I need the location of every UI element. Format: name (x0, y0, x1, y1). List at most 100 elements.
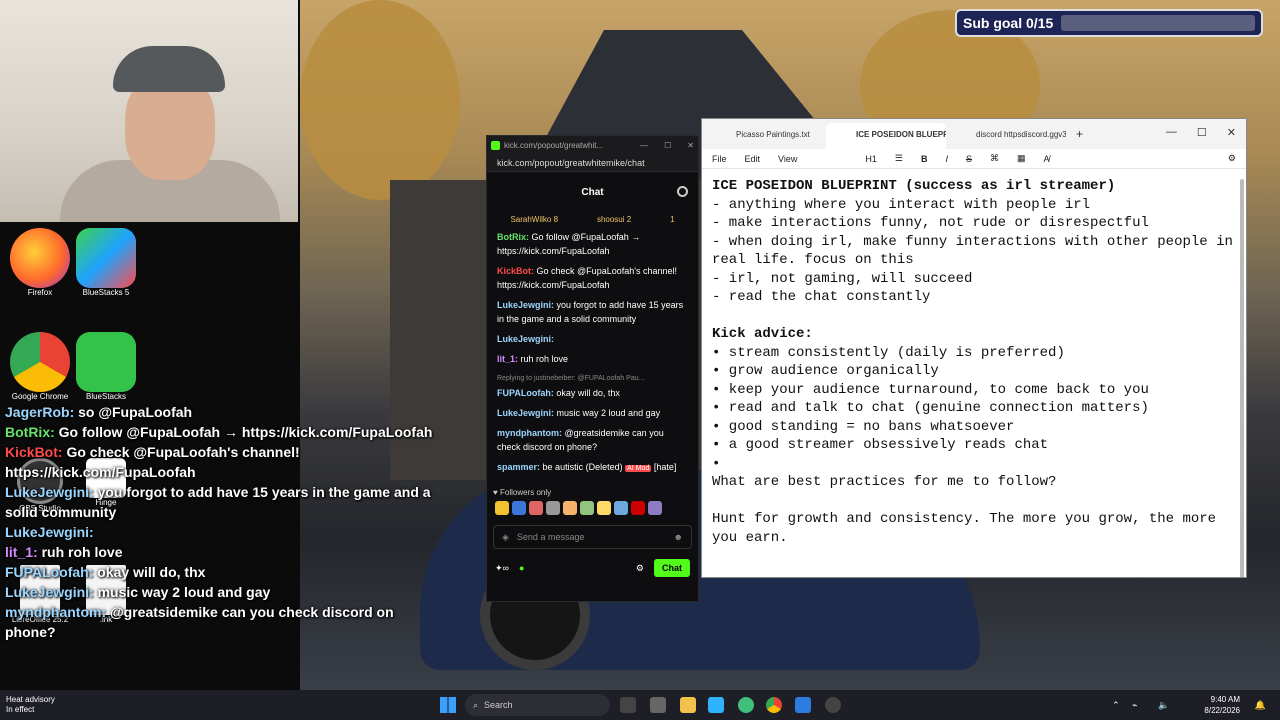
notepad-text-line: What are best practices for me to follow… (712, 474, 1057, 490)
app-taskbar-icon[interactable] (795, 697, 811, 713)
overlay-chat-username: FUPALoofah: (5, 564, 94, 580)
followers-only-notice: ♥ Followers only (493, 488, 552, 497)
notification-bell-icon[interactable]: 🔔 (1255, 700, 1266, 711)
emote-icon[interactable] (546, 501, 560, 515)
menu-file[interactable]: File (712, 154, 727, 164)
clear-format-icon[interactable]: A̸ (1044, 154, 1050, 164)
clock-date: 8/22/2026 (1204, 706, 1240, 715)
leader-item: SarahWilko 8 (510, 214, 559, 224)
notepad-app-icon[interactable] (708, 697, 724, 713)
kick-address-bar[interactable]: kick.com/popout/greatwhitemike/chat (487, 154, 698, 172)
table-icon[interactable]: ▦ (1017, 153, 1026, 164)
notepad-text-line: Kick advice: (712, 326, 813, 342)
maximize-icon[interactable]: ☐ (1197, 126, 1207, 139)
overlay-chat-text: ruh roh love (41, 544, 123, 560)
points-icon[interactable]: ✦∞ (495, 563, 509, 574)
kick-chat-message: myndphantom: @greatsidemike can you chec… (497, 426, 688, 454)
windows-start-icon[interactable] (440, 697, 456, 713)
close-icon[interactable]: ✕ (1227, 126, 1236, 139)
emote-icon[interactable] (614, 501, 628, 515)
close-icon[interactable]: ✕ (687, 141, 694, 150)
emoji-icon[interactable]: ☻ (674, 532, 683, 542)
task-view-icon[interactable] (620, 697, 636, 713)
kick-logo-icon[interactable]: ● (519, 563, 524, 573)
overlay-chat-message: JagerRob: so @FupaLoofah (5, 402, 435, 422)
network-icon[interactable]: ⌁ (1132, 700, 1137, 711)
overlay-chat-message: lit_1: ruh roh love (5, 542, 435, 562)
emote-icon[interactable] (631, 501, 645, 515)
notepad-text-line: • a good streamer obsessively reads chat (712, 437, 1049, 453)
heading-dropdown[interactable]: H1 (865, 154, 877, 164)
emote-icon[interactable] (495, 501, 509, 515)
kick-chat-username[interactable]: myndphantom: (497, 428, 562, 438)
kick-chat-title: Chat (581, 186, 604, 198)
notepad-text-line: • (712, 455, 721, 472)
notepad-tab-active[interactable]: ICE POSEIDON BLUEPRINT (826, 123, 946, 149)
notepad-text-line (712, 307, 1236, 326)
emote-icon[interactable] (563, 501, 577, 515)
search-placeholder: Search (484, 700, 513, 710)
notepad-tab[interactable]: Picasso Paintings.txt (706, 123, 826, 149)
kick-tab-url: kick.com/popout/greatwhit... (504, 140, 604, 150)
emote-icon[interactable] (648, 501, 662, 515)
taskbar-clock[interactable]: 9:40 AM 8/22/2026 (1204, 694, 1240, 716)
icon-label: BlueStacks 5 (82, 288, 130, 297)
kick-chat-username[interactable]: KickBot: (497, 266, 534, 276)
list-icon[interactable]: ☰ (895, 153, 903, 164)
settings-icon[interactable]: ⚙ (636, 563, 644, 574)
kick-leaderboard: SarahWilko 8 shoosui 2 1 (487, 212, 698, 226)
link-icon[interactable]: ⌘ (990, 153, 999, 164)
notepad-tab[interactable]: discord httpsdiscord.ggv3 (946, 123, 1066, 149)
bold-icon[interactable]: B (921, 154, 928, 164)
overlay-chat-text: Go follow @FupaLoofah → https://kick.com… (58, 424, 433, 440)
emote-icon[interactable] (529, 501, 543, 515)
chrome-taskbar-icon[interactable] (766, 697, 782, 713)
overlay-chat-text: music way 2 loud and gay (97, 584, 271, 600)
file-explorer-icon[interactable] (680, 697, 696, 713)
message-input[interactable]: ◈ Send a message ☻ (493, 525, 692, 549)
kick-chat-username[interactable]: FUPALoofah: (497, 388, 554, 398)
new-tab-icon[interactable]: + (1066, 127, 1093, 149)
edge-icon[interactable] (738, 697, 754, 713)
emote-icon[interactable] (580, 501, 594, 515)
overlay-chat-username: lit_1: (5, 544, 38, 560)
maximize-icon[interactable]: ☐ (664, 141, 671, 150)
bluestacks-icon (76, 332, 136, 392)
menu-view[interactable]: View (778, 154, 797, 164)
desktop-icon-bluestacks5[interactable]: BlueStacks 5 (66, 228, 146, 297)
kick-chat-message: spammer: be autistic (Deleted) AI Mod [h… (497, 460, 688, 476)
settings-icon[interactable]: ⚙ (1228, 153, 1236, 164)
notepad-taskbar-icon[interactable] (650, 697, 666, 713)
followers-only-label: Followers only (499, 488, 552, 497)
desktop-icon-bluestacks[interactable]: BlueStacks (66, 332, 146, 401)
taskbar-search[interactable]: ⌕ Search (465, 694, 610, 716)
search-icon: ⌕ (473, 699, 479, 710)
menu-edit[interactable]: Edit (745, 154, 761, 164)
notepad-scrollbar[interactable] (1240, 179, 1244, 577)
kick-chat-username[interactable]: spammer: (497, 462, 540, 472)
obs-taskbar-icon[interactable] (825, 697, 841, 713)
kick-chat-username[interactable]: BotRix: (497, 232, 529, 242)
kick-chat-username[interactable]: lit_1: (497, 354, 518, 364)
kick-window-titlebar[interactable]: kick.com/popout/greatwhit... — ☐ ✕ (487, 136, 698, 154)
notepad-text-area[interactable]: ICE POSEIDON BLUEPRINT (success as irl s… (702, 169, 1246, 555)
kick-chat-username[interactable]: LukeJewgini: (497, 300, 554, 310)
minimize-icon[interactable]: — (1166, 126, 1177, 139)
weather-widget[interactable]: Heat advisory In effect (6, 695, 55, 715)
strikethrough-icon[interactable]: S (966, 154, 972, 164)
italic-icon[interactable]: I (945, 154, 948, 164)
chat-send-button[interactable]: Chat (654, 559, 690, 577)
tray-chevron-icon[interactable]: ⌃ (1112, 700, 1120, 711)
emote-icon[interactable] (597, 501, 611, 515)
users-icon[interactable] (677, 186, 688, 197)
volume-icon[interactable]: 🔈 (1158, 700, 1169, 711)
icon-label: BlueStacks (85, 392, 127, 401)
sub-goal-progress-track (1061, 15, 1255, 31)
kick-chat-username[interactable]: LukeJewgini: (497, 408, 554, 418)
notepad-tab-label: discord httpsdiscord.ggv3 (976, 130, 1066, 139)
kick-message-list: BotRix: Go follow @FupaLoofah → https://… (487, 226, 698, 486)
minimize-icon[interactable]: — (640, 141, 648, 150)
kick-chat-username[interactable]: LukeJewgini: (497, 334, 554, 344)
overlay-chat-message: myndphantom: @greatsidemike can you chec… (5, 602, 435, 642)
emote-icon[interactable] (512, 501, 526, 515)
